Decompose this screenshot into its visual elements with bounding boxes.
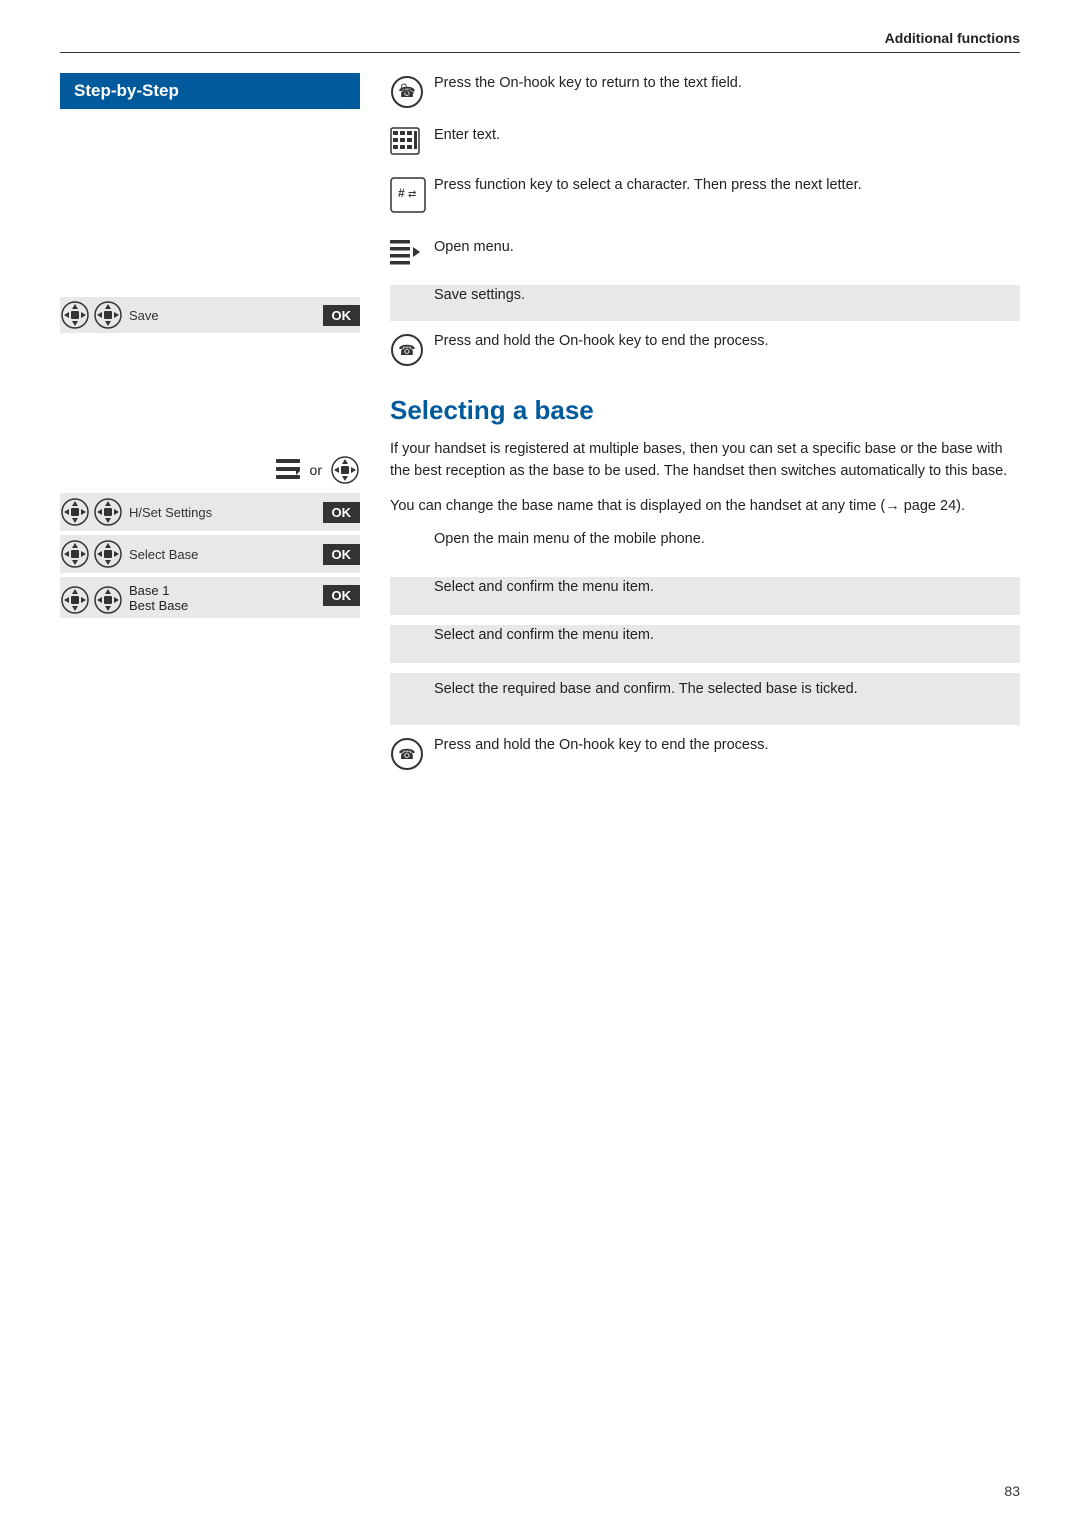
base1-nav-icons: [60, 585, 123, 615]
content-row-onhook2: ☎ Press and hold the On-hook key to end …: [390, 331, 1020, 373]
funckey-icon: # ⇄: [390, 175, 434, 213]
page-header: Additional functions: [60, 30, 1020, 53]
selbase-label: Select Base: [129, 547, 317, 562]
onhook2-icon: ☎: [390, 331, 434, 367]
hset-label: H/Set Settings: [129, 505, 317, 520]
or-label: or: [310, 462, 322, 478]
content-row-onhook1: ☎ Press the On-hook key to return to the…: [390, 73, 1020, 115]
sidebar-row-selbase: Select Base OK: [60, 535, 360, 573]
sidebar-row-onhook1: [60, 125, 360, 167]
content-text-open-menu: Open the main menu of the mobile phone.: [434, 529, 1020, 550]
svg-text:☎: ☎: [398, 84, 415, 100]
svg-text:⇄: ⇄: [408, 189, 416, 200]
sidebar-row-onhook2: [60, 333, 360, 375]
onhook1-icon: ☎: [390, 73, 434, 109]
nav-icon-selbase-1: [60, 539, 90, 569]
sidebar-row-menu: [60, 259, 360, 297]
content-text-onhook3: Press and hold the On-hook key to end th…: [434, 735, 1020, 756]
content-row-selbase: Select and confirm the menu item.: [390, 625, 1020, 663]
content-row-onhook3: ☎ Press and hold the On-hook key to end …: [390, 735, 1020, 777]
onhook3-icon: ☎: [390, 735, 434, 771]
nav-icon-hset-2: [93, 497, 123, 527]
gap1: [60, 375, 360, 455]
selbase-nav-icons: [60, 539, 123, 569]
sidebar: Step-by-Step: [60, 73, 380, 787]
menu-icon: [390, 237, 434, 265]
selbase-content-icon: [390, 625, 434, 627]
nav-icon-base1-1: [60, 585, 90, 615]
section2-desc2: You can change the base name that is dis…: [390, 495, 1020, 517]
sidebar-row-onhook3: [60, 618, 360, 660]
content-row-save: Save settings.: [390, 285, 1020, 321]
main-layout: Step-by-Step: [60, 73, 1020, 787]
header-title: Additional functions: [885, 30, 1020, 46]
hset-nav-icons: [60, 497, 123, 527]
nav-icon-1: [60, 300, 90, 330]
content-text-onhook1: Press the On-hook key to return to the t…: [434, 73, 1020, 94]
page-container: Additional functions Step-by-Step: [0, 0, 1080, 1529]
open-menu-icon: [390, 529, 434, 531]
content-area: ☎ Press the On-hook key to return to the…: [380, 73, 1020, 787]
base1-content-icon: [390, 679, 434, 681]
or-row: or: [60, 455, 360, 485]
section2-heading: Selecting a base: [390, 395, 1020, 426]
bestbase-label: Best Base: [129, 598, 317, 613]
onhook2-icon-svg: ☎: [390, 333, 424, 367]
selbase-ok-btn[interactable]: OK: [323, 544, 361, 565]
base1-labels: Base 1 Best Base: [129, 583, 317, 613]
content-row-keyboard: Enter text.: [390, 125, 1020, 163]
content-text-save: Save settings.: [434, 285, 1020, 306]
content-row-open-menu: Open the main menu of the mobile phone.: [390, 529, 1020, 567]
content-row-hset: Select and confirm the menu item.: [390, 577, 1020, 615]
menu-icon-svg: [390, 239, 420, 265]
content-row-funckey: # ⇄ Press function key to select a chara…: [390, 173, 1020, 227]
base1-ok-btn[interactable]: OK: [323, 585, 361, 606]
keyboard-icon-svg: [390, 127, 420, 155]
funckey-icon-svg: # ⇄: [390, 177, 426, 213]
save-label: Save: [129, 308, 317, 323]
sidebar-row-hset: H/Set Settings OK: [60, 493, 360, 531]
nav-icon-selbase-2: [93, 539, 123, 569]
step-by-step-label: Step-by-Step: [60, 73, 360, 109]
save-ok-btn[interactable]: OK: [323, 305, 361, 326]
sidebar-row-keyboard: [60, 167, 360, 205]
content-row-base1: Select the required base and confirm. Th…: [390, 673, 1020, 725]
svg-text:☎: ☎: [398, 342, 415, 358]
nav-icon-base1-2: [93, 585, 123, 615]
save-nav-icons: [60, 300, 123, 330]
keyboard-icon: [390, 125, 434, 155]
content-text-keyboard: Enter text.: [434, 125, 1020, 146]
page-number: 83: [1004, 1483, 1020, 1499]
svg-text:☎: ☎: [398, 746, 415, 762]
base1-label: Base 1: [129, 583, 317, 598]
hset-ok-btn[interactable]: OK: [323, 502, 361, 523]
sidebar-row-funckey: [60, 205, 360, 259]
onhook-icon-svg: ☎: [390, 75, 424, 109]
content-text-base1: Select the required base and confirm. Th…: [434, 679, 1020, 700]
save-icon: [390, 285, 434, 287]
nav-icon-2: [93, 300, 123, 330]
section2-desc1: If your handset is registered at multipl…: [390, 438, 1020, 483]
content-text-selbase: Select and confirm the menu item.: [434, 625, 1020, 646]
content-text-hset: Select and confirm the menu item.: [434, 577, 1020, 598]
sidebar-row-base1: Base 1 Best Base OK: [60, 577, 360, 618]
svg-text:#: #: [398, 186, 405, 200]
sidebar-row-save: Save OK: [60, 297, 360, 333]
content-row-menu: Open menu.: [390, 237, 1020, 275]
content-text-funckey: Press function key to select a character…: [434, 175, 1020, 196]
menu-icon-or: [274, 457, 302, 483]
onhook3-icon-svg: ☎: [390, 737, 424, 771]
nav-icon-or: [330, 455, 360, 485]
hset-content-icon: [390, 577, 434, 579]
content-text-menu: Open menu.: [434, 237, 1020, 258]
content-text-onhook2: Press and hold the On-hook key to end th…: [434, 331, 1020, 352]
nav-icon-hset-1: [60, 497, 90, 527]
